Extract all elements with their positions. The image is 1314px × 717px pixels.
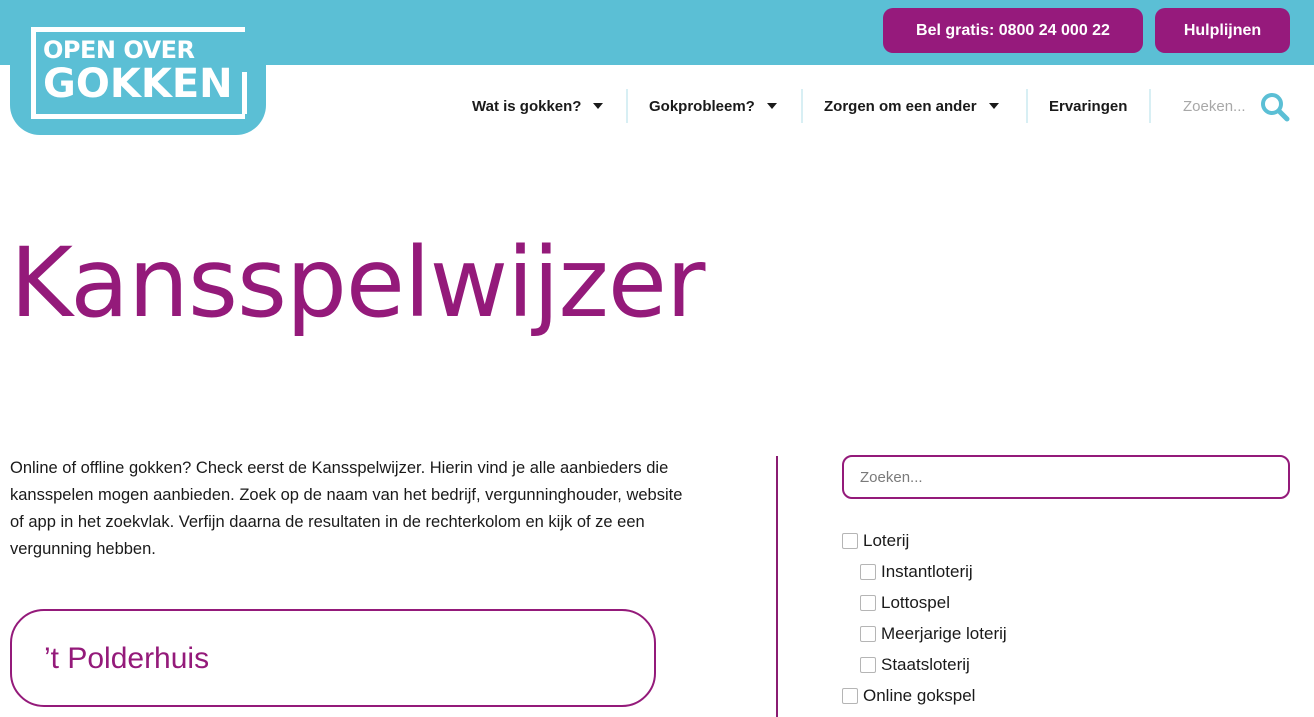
filter-option-label: Staatsloterij: [881, 655, 970, 674]
nav-item-zorgen-om-een-ander[interactable]: Zorgen om een ander: [824, 88, 999, 124]
nav-item-gokprobleem[interactable]: Gokprobleem?: [649, 88, 777, 124]
checkbox[interactable]: [842, 533, 858, 549]
page-title: Kansspelwijzer: [10, 227, 705, 339]
call-free-button[interactable]: Bel gratis: 0800 24 000 22: [883, 8, 1143, 53]
filter-option-instantloterij[interactable]: Instantloterij: [860, 559, 973, 585]
caret-down-icon: [593, 103, 604, 109]
nav-divider: [801, 89, 803, 123]
nav-item-label: Gokprobleem?: [649, 97, 755, 115]
checkbox[interactable]: [860, 564, 876, 580]
nav-item-wat-is-gokken[interactable]: Wat is gokken?: [472, 88, 604, 124]
filter-option-label: Instantloterij: [881, 562, 973, 581]
filter-option-label: Meerjarige loterij: [881, 624, 1007, 643]
main-nav: Wat is gokken? Gokprobleem? Zorgen om ee…: [450, 88, 1314, 124]
nav-divider: [1026, 89, 1028, 123]
search-icon[interactable]: [1260, 92, 1290, 122]
nav-divider: [1149, 89, 1151, 123]
filter-option-label: Online gokspel: [863, 686, 976, 705]
filter-option-lottospel[interactable]: Lottospel: [860, 590, 950, 616]
nav-item-label: Zorgen om een ander: [824, 97, 977, 115]
filter-search-input[interactable]: [842, 455, 1290, 499]
result-card[interactable]: ’t Polderhuis: [10, 609, 656, 707]
checkbox[interactable]: [860, 626, 876, 642]
filter-option-loterij[interactable]: Loterij: [842, 528, 909, 554]
filter-option-online-gokspel[interactable]: Online gokspel: [842, 683, 975, 709]
nav-item-label: Wat is gokken?: [472, 97, 582, 115]
logo-text-top: OPEN OVER: [43, 36, 195, 64]
nav-divider: [626, 89, 628, 123]
filter-option-staatsloterij[interactable]: Staatsloterij: [860, 652, 970, 678]
nav-item-label: Ervaringen: [1049, 97, 1128, 115]
nav-item-ervaringen[interactable]: Ervaringen: [1049, 88, 1127, 124]
nav-search-input[interactable]: Zoeken...: [1183, 88, 1246, 124]
caret-down-icon: [766, 103, 777, 109]
logo-text-bottom: GOKKEN: [43, 61, 233, 107]
intro-text: Online of offline gokken? Check eerst de…: [10, 459, 683, 558]
checkbox[interactable]: [842, 688, 858, 704]
checkbox[interactable]: [860, 657, 876, 673]
helplines-button[interactable]: Hulplijnen: [1155, 8, 1290, 53]
caret-down-icon: [988, 103, 999, 109]
filter-option-label: Loterij: [863, 531, 910, 550]
result-title[interactable]: ’t Polderhuis: [44, 642, 209, 676]
column-divider: [776, 456, 778, 717]
filter-option-label: Lottospel: [881, 593, 950, 612]
filter-option-meerjarige-loterij[interactable]: Meerjarige loterij: [860, 621, 1007, 647]
checkbox[interactable]: [860, 595, 876, 611]
